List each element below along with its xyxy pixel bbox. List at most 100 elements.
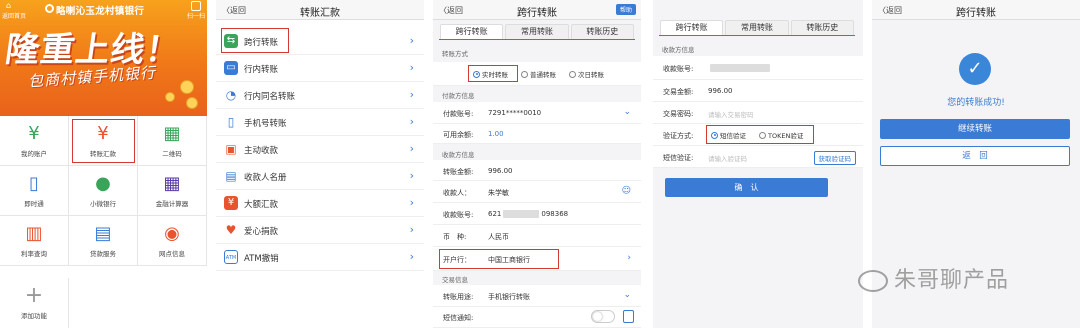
phone-icon[interactable] xyxy=(623,310,634,323)
purpose-value: 手机银行转账 xyxy=(488,293,530,301)
password-input[interactable]: 请输入交易密码 xyxy=(708,109,754,119)
pay-account-value: 7291*****0010 xyxy=(488,109,542,117)
get-code-button[interactable]: 获取验证码 xyxy=(813,151,856,165)
return-button[interactable]: 返 回 xyxy=(880,146,1070,166)
code-input[interactable]: 请输入验证码 xyxy=(708,153,747,163)
menu-item-donate[interactable]: ♥ 爱心捐款 › xyxy=(216,217,424,244)
grid-item-instant[interactable]: ▯ 即时通 xyxy=(0,166,69,216)
field-label: 短信验证: xyxy=(663,154,694,162)
tab-cross-bank[interactable]: 跨行转账 xyxy=(660,20,724,35)
coin-icon xyxy=(165,92,175,102)
grid-item-rates[interactable]: ▥ 利率查询 xyxy=(0,216,69,266)
home-icon[interactable]: ⌂ xyxy=(6,1,11,10)
menu-label: 手机号转账 xyxy=(244,119,287,129)
chevron-right-icon: › xyxy=(409,61,414,74)
section-label: 收款方信息 xyxy=(662,46,695,54)
radio-normal[interactable]: 普通转账 xyxy=(521,69,556,79)
grid-item-my-account[interactable]: ¥ 我的账户 xyxy=(0,116,69,166)
section-label: 付款方信息 xyxy=(442,92,475,100)
confirm-button[interactable]: 确 认 xyxy=(665,178,828,197)
payee-row[interactable]: 收款人： 朱学敏 ☺ xyxy=(433,181,641,203)
pay-account-row[interactable]: 付款账号: 7291*****0010 ⌄ xyxy=(433,102,641,124)
amount-value: 996.00 xyxy=(488,167,513,175)
contact-icon[interactable]: ☺ xyxy=(622,186,631,196)
menu-item-collect[interactable]: ▣ 主动收款 › xyxy=(216,136,424,163)
section-label: 收款方信息 xyxy=(442,151,475,159)
card-icon: ▭ xyxy=(224,61,238,75)
account-row[interactable]: 收款账号: 621 098368 xyxy=(433,203,641,225)
grid-label: 二维码 xyxy=(162,150,182,158)
highlight-box xyxy=(221,28,289,53)
field-label: 交易金额: xyxy=(663,88,694,96)
section-label: 交易信息 xyxy=(442,276,468,284)
field-label: 收款账号: xyxy=(663,65,694,73)
grid-label: 小微银行 xyxy=(90,200,116,208)
menu-item-intra-bank[interactable]: ▭ 行内转账 › xyxy=(216,55,424,82)
password-row[interactable]: 交易密码: 请输入交易密码 xyxy=(653,102,863,124)
chevron-right-icon: › xyxy=(409,115,414,128)
menu-item-payees[interactable]: ▤ 收款人名册 › xyxy=(216,163,424,190)
chart-icon: ▥ xyxy=(25,223,43,244)
scan-label: 扫一扫 xyxy=(186,13,205,20)
highlight-box xyxy=(706,125,814,144)
menu-label: 行内转账 xyxy=(244,65,279,75)
grid-item-add[interactable]: + 添加功能 xyxy=(0,278,69,328)
home-icon-label: 返回首页 xyxy=(2,13,27,20)
tab-cross-bank[interactable]: 跨行转账 xyxy=(440,24,504,39)
account-icon: ¥ xyxy=(28,123,40,144)
chevron-right-icon: › xyxy=(409,88,414,101)
account-suffix: 098368 xyxy=(541,210,569,218)
coin-icon xyxy=(186,97,198,109)
grid-label: 即时通 xyxy=(24,200,44,208)
grid-item-transfer[interactable]: ¥ 转账汇款 xyxy=(69,116,138,166)
function-grid: ¥ 我的账户 ¥ 转账汇款 ▦ 二维码 ▯ 即时通 ● 小微银行 ▦ 金融计算器… xyxy=(0,116,207,328)
menu-label: 行内同名转账 xyxy=(244,92,296,102)
amount-row[interactable]: 转账金额: 996.00 xyxy=(433,160,641,181)
tab-history[interactable]: 转账历史 xyxy=(790,20,854,35)
phone-icon: ▯ xyxy=(29,173,39,194)
purpose-row[interactable]: 转账用途: 手机银行转账 ⌄ xyxy=(433,285,641,307)
promo-banner[interactable]: ⌂ 返回首页 略喇沁玉龙村镇银行 扫一扫 隆重上线！ 包商村镇手机银行 xyxy=(0,0,207,116)
chevron-down-icon: ⌄ xyxy=(623,290,631,300)
grid-item-branches[interactable]: ◉ 网点信息 xyxy=(138,216,207,266)
help-button[interactable]: 帮助 xyxy=(615,4,636,15)
code-row[interactable]: 短信验证: 请输入验证码 获取验证码 xyxy=(653,146,863,168)
home-screen: ⌂ 返回首页 略喇沁玉龙村镇银行 扫一扫 隆重上线！ 包商村镇手机银行 ¥ 我的… xyxy=(0,0,207,328)
chevron-right-icon: › xyxy=(409,223,414,236)
menu-item-large[interactable]: ¥ 大额汇款 › xyxy=(216,190,424,217)
chevron-down-icon: ⌄ xyxy=(623,107,631,117)
menu-item-same-name[interactable]: ◔ 行内同名转账 › xyxy=(216,82,424,109)
transfer-icon: ¥ xyxy=(97,123,109,144)
payee-value: 朱学敏 xyxy=(488,189,509,197)
atm-icon: ATM xyxy=(224,250,238,264)
tab-frequent[interactable]: 常用转账 xyxy=(725,20,789,35)
sms-toggle[interactable] xyxy=(591,310,615,323)
chevron-right-icon: › xyxy=(409,142,414,155)
bank-logo-icon xyxy=(45,4,54,13)
radio-nextday[interactable]: 次日转账 xyxy=(569,69,604,79)
menu-item-phone[interactable]: ▯ 手机号转账 › xyxy=(216,109,424,136)
balance-value: 1.00 xyxy=(488,130,504,138)
tab-frequent[interactable]: 常用转账 xyxy=(505,24,569,39)
calculator-icon: ▦ xyxy=(163,173,181,194)
radio-label: 普通转账 xyxy=(530,71,556,79)
field-label: 验证方式: xyxy=(663,132,694,140)
scan-icon[interactable] xyxy=(191,1,201,11)
menu-item-atm[interactable]: ATM ATM撤销 › xyxy=(216,244,424,271)
chevron-right-icon: › xyxy=(627,253,631,263)
grid-item-loans[interactable]: ▤ 贷款服务 xyxy=(69,216,138,266)
radio-label: 次日转账 xyxy=(578,71,604,79)
amount-row: 交易金额: 996.00 xyxy=(653,80,863,102)
grid-item-micro-bank[interactable]: ● 小微银行 xyxy=(69,166,138,216)
continue-button[interactable]: 继续转账 xyxy=(880,119,1070,139)
tab-history[interactable]: 转账历史 xyxy=(570,24,634,39)
masked-digits xyxy=(503,210,540,218)
grid-label: 添加功能 xyxy=(21,312,47,320)
masked-digits xyxy=(710,64,770,72)
grid-item-calculator[interactable]: ▦ 金融计算器 xyxy=(138,166,207,216)
method-row: 实时转账 普通转账 次日转账 xyxy=(433,62,641,86)
radio-off-icon xyxy=(569,70,576,78)
grid-item-qrcode[interactable]: ▦ 二维码 xyxy=(138,116,207,166)
menu-label: ATM撤销 xyxy=(244,254,279,264)
coin-icon xyxy=(180,80,194,94)
